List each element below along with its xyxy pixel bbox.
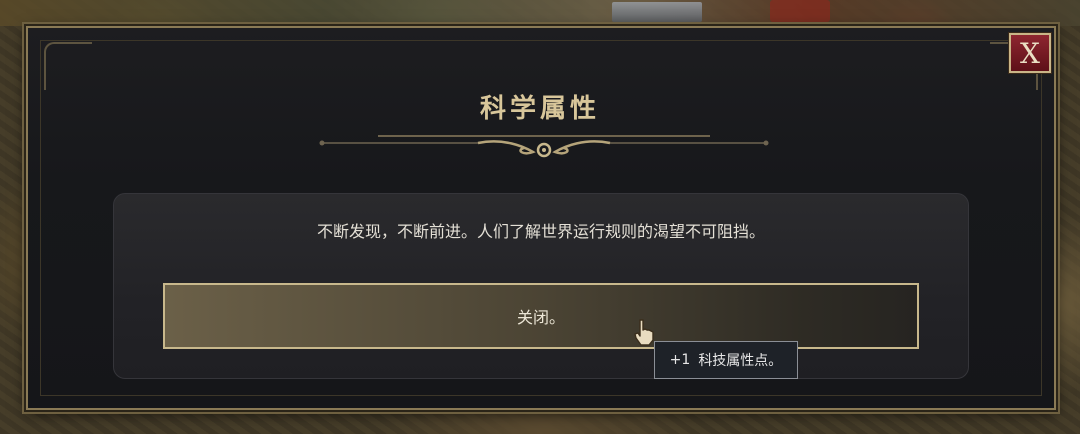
map-top-strip	[0, 0, 1080, 26]
reward-amount: +1	[669, 352, 691, 368]
map-red-structure	[770, 0, 830, 22]
reward-tooltip: +1 科技属性点。	[654, 341, 798, 379]
map-building	[612, 2, 702, 22]
title-divider-ornament	[319, 135, 769, 158]
choice-button-label: 关闭。	[516, 308, 565, 327]
event-description: 不断发现，不断前进。人们了解世界运行规则的渴望不可阻挡。	[316, 222, 765, 241]
dialog-title: 科学属性	[479, 94, 600, 124]
corner-ornament-top-left	[44, 42, 92, 90]
reward-label: 科技属性点。	[698, 353, 783, 369]
close-button[interactable]: X	[1009, 33, 1051, 73]
choice-button-close[interactable]: 关闭。	[163, 283, 919, 349]
